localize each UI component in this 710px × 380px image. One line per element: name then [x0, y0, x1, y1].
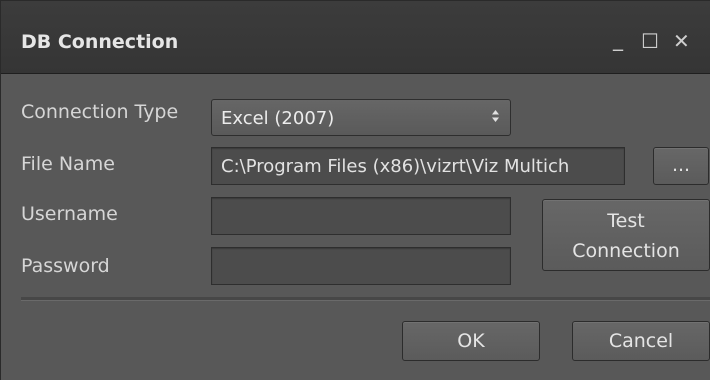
close-icon[interactable]: ✕: [673, 29, 690, 53]
connection-type-label: Connection Type: [21, 101, 179, 123]
file-name-value: C:\Program Files (x86)\vizrt\Viz Multich: [221, 156, 570, 177]
test-button-line2: Connection: [572, 240, 680, 262]
cancel-button[interactable]: Cancel: [572, 321, 710, 361]
dialog-title: DB Connection: [21, 31, 179, 53]
password-label: Password: [21, 255, 110, 277]
maximize-icon[interactable]: ☐: [641, 29, 659, 53]
connection-type-select[interactable]: Excel (2007): [211, 99, 511, 136]
test-connection-button[interactable]: Test Connection: [542, 199, 710, 271]
username-field[interactable]: [211, 197, 511, 235]
minimize-icon[interactable]: _: [613, 27, 623, 51]
footer-divider: [21, 297, 710, 301]
db-connection-dialog: DB Connection _ ☐ ✕ Connection Type Exce…: [0, 0, 710, 380]
connection-type-value: Excel (2007): [221, 108, 335, 129]
file-name-field[interactable]: C:\Program Files (x86)\vizrt\Viz Multich: [211, 147, 625, 185]
ok-button[interactable]: OK: [402, 321, 540, 361]
file-name-label: File Name: [21, 153, 115, 175]
username-label: Username: [21, 203, 118, 225]
password-field[interactable]: [211, 247, 511, 285]
browse-button[interactable]: ...: [653, 147, 709, 185]
test-button-line1: Test: [607, 210, 645, 232]
select-arrows-icon: [491, 109, 500, 124]
title-bar[interactable]: DB Connection _ ☐ ✕: [1, 1, 710, 74]
